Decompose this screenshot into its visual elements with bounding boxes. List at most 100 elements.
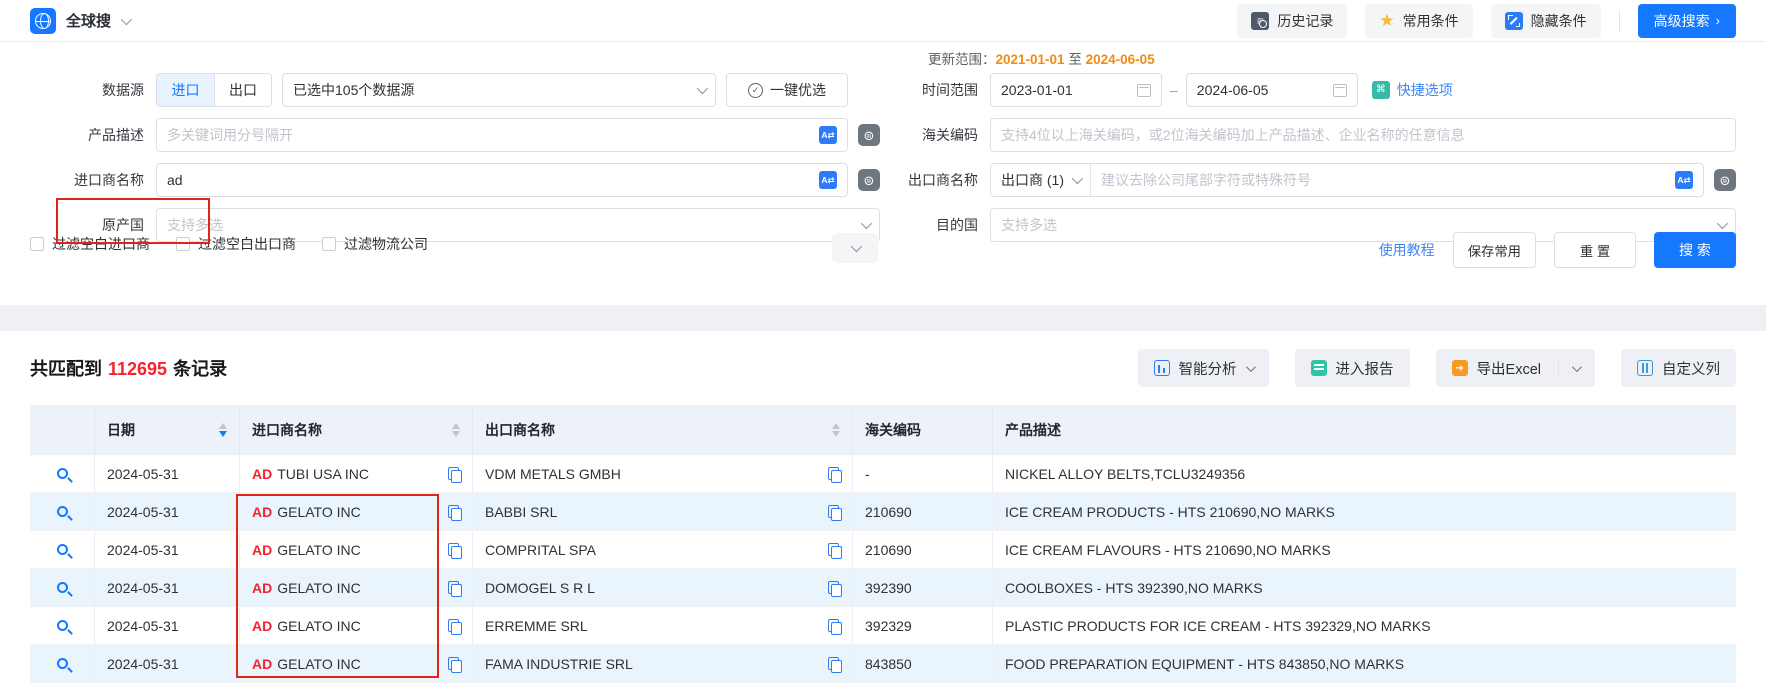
calendar-icon: [1137, 84, 1151, 97]
copy-icon[interactable]: [448, 619, 460, 633]
exporter-name-input[interactable]: 建议去除公司尾部字符或特殊符号 A⇄: [1091, 164, 1703, 196]
data-source-selected-text: 已选中105个数据源: [293, 80, 414, 100]
one-click-optimize-button[interactable]: ✓ 一键优选: [726, 73, 848, 107]
calendar-icon: [1333, 84, 1347, 97]
table-body: 2024-05-31 AD TUBI USA INC VDM METALS GM…: [30, 455, 1736, 683]
exporter-name-label: 出口商名称: [855, 170, 990, 190]
search-icon[interactable]: [57, 544, 68, 555]
search-icon[interactable]: [57, 658, 68, 669]
copy-icon[interactable]: [448, 657, 460, 671]
favorite-conditions-button[interactable]: ★ 常用条件: [1365, 4, 1472, 38]
header-importer[interactable]: 进口商名称: [240, 405, 473, 455]
copy-icon[interactable]: [448, 543, 460, 557]
copy-icon[interactable]: [828, 505, 840, 519]
translate-icon[interactable]: A⇄: [1675, 171, 1693, 189]
header-date[interactable]: 日期: [95, 405, 240, 455]
quick-options-icon: ⌘: [1372, 81, 1390, 99]
copy-icon[interactable]: [828, 619, 840, 633]
destination-country-placeholder: 支持多选: [1001, 215, 1057, 235]
table-row[interactable]: 2024-05-31 AD TUBI USA INC VDM METALS GM…: [30, 455, 1736, 493]
data-source-label: 数据源: [30, 80, 156, 100]
data-source-segmented: 进口 出口: [156, 73, 272, 107]
copy-icon[interactable]: [448, 581, 460, 595]
chevron-down-icon[interactable]: [1572, 362, 1582, 372]
global-search-screen: 全球搜 历史记录 ★ 常用条件 隐藏条件 高级搜索› 更新范围：2021-01-…: [0, 0, 1766, 684]
favorite-conditions-label: 常用条件: [1403, 11, 1459, 31]
header-product-desc: 产品描述: [993, 405, 1736, 455]
copy-icon[interactable]: [828, 543, 840, 557]
update-range-from: 2021-01-01: [996, 52, 1065, 67]
sort-icons[interactable]: [219, 423, 227, 437]
translate-icon[interactable]: A⇄: [819, 171, 837, 189]
translate-icon[interactable]: A⇄: [819, 126, 837, 144]
cell-product-desc: PLASTIC PRODUCTS FOR ICE CREAM - HTS 392…: [993, 607, 1736, 644]
cell-exporter: ERREMME SRL: [473, 607, 853, 644]
cell-hs-code: 210690: [853, 531, 993, 568]
table-row[interactable]: 2024-05-31 AD GELATO INC ERREMME SRL 392…: [30, 607, 1736, 645]
checkbox-filter-blank-exporter[interactable]: 过滤空白出口商: [176, 234, 296, 254]
table-row[interactable]: 2024-05-31 AD GELATO INC FAMA INDUSTRIE …: [30, 645, 1736, 683]
exporter-type-select[interactable]: 出口商 (1): [991, 164, 1091, 196]
hs-code-input[interactable]: 支持4位以上海关编码，或2位海关编码加上产品描述、企业名称的任意信息: [990, 118, 1736, 152]
collapse-form-button[interactable]: [832, 233, 878, 263]
form-actions: 使用教程 保存常用 重 置 搜 索: [1379, 232, 1736, 268]
search-icon[interactable]: [57, 506, 68, 517]
chevron-down-icon: [1717, 218, 1728, 229]
copy-icon[interactable]: [828, 657, 840, 671]
importer-name-label: 进口商名称: [30, 170, 156, 190]
search-button[interactable]: 搜 索: [1654, 232, 1736, 268]
search-icon[interactable]: [57, 582, 68, 593]
hide-conditions-button[interactable]: 隐藏条件: [1491, 4, 1601, 38]
reset-button[interactable]: 重 置: [1554, 232, 1636, 268]
app-logo: [30, 8, 56, 34]
tab-export[interactable]: 出口: [214, 74, 271, 106]
cell-exporter: DOMOGEL S R L: [473, 569, 853, 606]
copy-icon[interactable]: [448, 505, 460, 519]
analysis-icon: [1154, 360, 1170, 376]
save-favorite-button[interactable]: 保存常用: [1453, 232, 1536, 268]
enter-report-button[interactable]: 进入报告: [1295, 349, 1410, 387]
checkbox-filter-logistics[interactable]: 过滤物流公司: [322, 234, 428, 254]
history-label: 历史记录: [1277, 11, 1333, 31]
search-icon[interactable]: [57, 620, 68, 631]
date-range-dash: –: [1170, 82, 1178, 98]
update-range-text: 更新范围：2021-01-01 至 2024-06-05: [928, 48, 1155, 68]
cell-importer: AD GELATO INC: [240, 607, 473, 644]
importer-highlight: AD: [252, 656, 272, 672]
sort-icons[interactable]: [452, 423, 460, 437]
export-excel-button[interactable]: ➔ 导出Excel: [1436, 349, 1595, 387]
quick-options-button[interactable]: ⌘ 快捷选项: [1372, 80, 1453, 100]
table-row[interactable]: 2024-05-31 AD GELATO INC DOMOGEL S R L 3…: [30, 569, 1736, 607]
header-exporter[interactable]: 出口商名称: [473, 405, 853, 455]
product-desc-placeholder: 多关键词用分号隔开: [167, 125, 293, 145]
table-header-row: 日期 进口商名称 出口商名称 海关编码 产品描述: [30, 405, 1736, 455]
importer-highlight: AD: [252, 466, 272, 482]
filter-checkboxes: 过滤空白进口商 过滤空白出口商 过滤物流公司: [30, 234, 428, 254]
search-icon[interactable]: [57, 468, 68, 479]
checkbox-filter-blank-importer[interactable]: 过滤空白进口商: [30, 234, 150, 254]
history-button[interactable]: 历史记录: [1237, 4, 1347, 38]
copy-icon[interactable]: [828, 467, 840, 481]
table-row[interactable]: 2024-05-31 AD GELATO INC COMPRITAL SPA 2…: [30, 531, 1736, 569]
exact-match-icon[interactable]: ⊜: [1714, 169, 1736, 191]
checkbox-icon: [30, 237, 44, 251]
smart-analysis-button[interactable]: 智能分析: [1138, 349, 1269, 387]
table-row[interactable]: 2024-05-31 AD GELATO INC BABBI SRL 21069…: [30, 493, 1736, 531]
data-source-select[interactable]: 已选中105个数据源: [282, 73, 716, 107]
chevron-down-icon: [1245, 362, 1255, 372]
hs-code-placeholder: 支持4位以上海关编码，或2位海关编码加上产品描述、企业名称的任意信息: [1001, 125, 1465, 145]
date-to-input[interactable]: 2024-06-05: [1186, 73, 1358, 107]
date-from-input[interactable]: 2023-01-01: [990, 73, 1162, 107]
app-title: 全球搜: [66, 10, 111, 31]
customize-columns-button[interactable]: 自定义列: [1621, 349, 1736, 387]
copy-icon[interactable]: [828, 581, 840, 595]
advanced-search-button[interactable]: 高级搜索›: [1638, 4, 1736, 38]
copy-icon[interactable]: [448, 467, 460, 481]
chevron-down-icon[interactable]: [121, 13, 132, 24]
cell-product-desc: COOLBOXES - HTS 392390,NO MARKS: [993, 569, 1736, 606]
tutorial-link[interactable]: 使用教程: [1379, 240, 1435, 260]
importer-name-input[interactable]: ad A⇄: [156, 163, 848, 197]
tab-import[interactable]: 进口: [157, 74, 214, 106]
product-desc-input[interactable]: 多关键词用分号隔开 A⇄: [156, 118, 848, 152]
sort-icons[interactable]: [832, 423, 840, 437]
